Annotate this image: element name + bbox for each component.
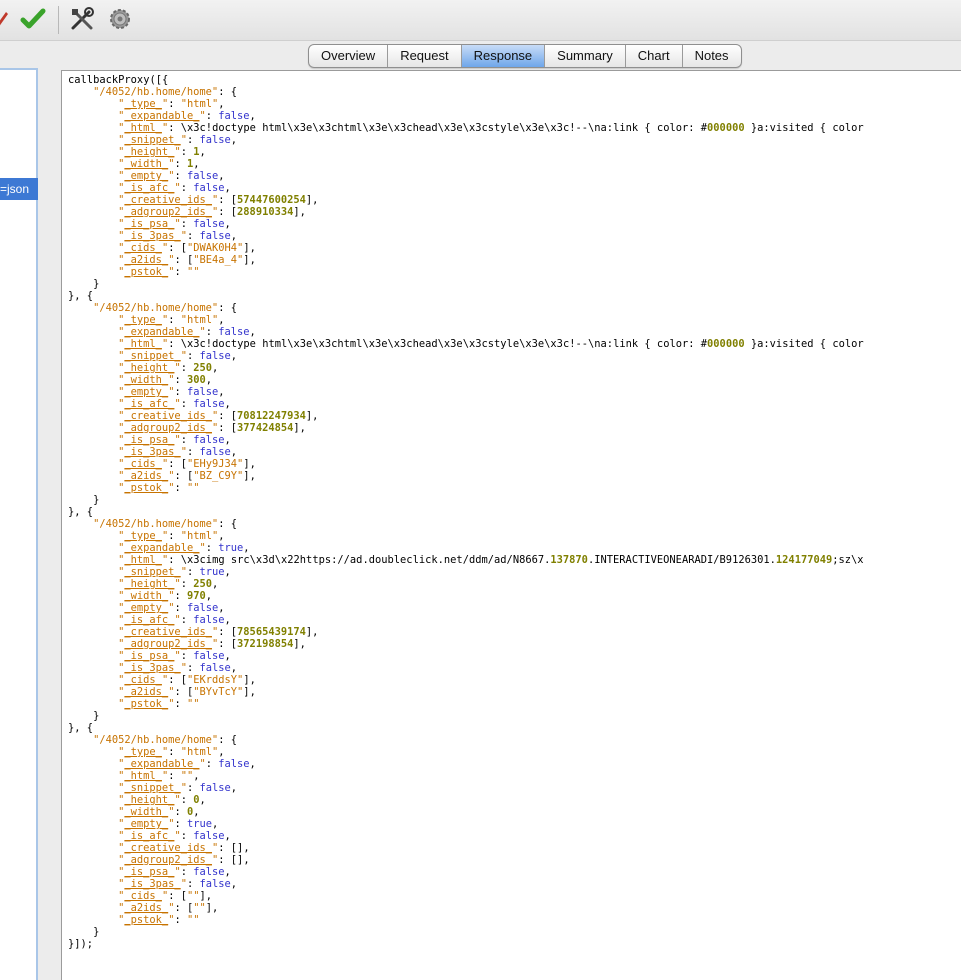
code-line: }, {: [68, 722, 94, 734]
code-line: "_adgroup2_ids_": [],: [118, 854, 250, 866]
code-line: "_html_": "",: [118, 770, 200, 782]
left-panel: =json: [0, 68, 38, 980]
code-line: "_width_": 1,: [118, 158, 200, 170]
code-line: "_creative_ids_": [70812247934],: [118, 410, 319, 422]
code-line: "_height_": 1,: [118, 146, 206, 158]
code-line: "_adgroup2_ids_": [288910334],: [118, 206, 306, 218]
code-line: "/4052/hb.home/home": {: [93, 86, 237, 98]
code-line: "_pstok_": "": [118, 698, 200, 710]
code-line: "_is_psa_": false,: [118, 218, 231, 230]
gear-icon[interactable]: [107, 6, 133, 32]
code-line: "_empty_": true,: [118, 818, 219, 830]
tab-notes[interactable]: Notes: [683, 45, 741, 67]
tab-request[interactable]: Request: [388, 45, 462, 67]
code-line: "_snippet_": false,: [118, 782, 238, 794]
code-line: "_a2ids_": [""],: [118, 902, 219, 914]
code-line: "_is_3pas_": false,: [118, 878, 238, 890]
code-line: "_width_": 0,: [118, 806, 200, 818]
response-code: callbackProxy([{ "/4052/hb.home/home": {…: [68, 74, 864, 950]
toolbar: [0, 0, 961, 41]
code-line: "_empty_": false,: [118, 170, 225, 182]
code-line: "_is_3pas_": false,: [118, 446, 238, 458]
code-line: "_type_": "html",: [118, 314, 225, 326]
code-line: "_is_3pas_": false,: [118, 662, 238, 674]
code-line: "_expandable_": false,: [118, 758, 256, 770]
code-line: }: [93, 278, 100, 290]
code-line: "_is_afc_": false,: [118, 614, 231, 626]
code-line: "_width_": 970,: [118, 590, 213, 602]
code-line: "_expandable_": false,: [118, 110, 256, 122]
code-line: "/4052/hb.home/home": {: [93, 302, 237, 314]
toolbar-separator: [58, 6, 59, 34]
code-line: "_pstok_": "": [118, 914, 200, 926]
code-line: "_is_psa_": false,: [118, 434, 231, 446]
code-line: "_expandable_": true,: [118, 542, 250, 554]
code-line: "_a2ids_": ["BZ_C9Y"],: [118, 470, 256, 482]
tab-bar: Overview Request Response Summary Chart …: [308, 44, 742, 68]
code-line: }]);: [68, 938, 94, 950]
code-line: "_html_": \x3cimg src\x3d\x22https://ad.…: [118, 554, 864, 566]
code-line: "_adgroup2_ids_": [372198854],: [118, 638, 306, 650]
code-line: }, {: [68, 506, 94, 518]
code-line: "_is_psa_": false,: [118, 866, 231, 878]
code-line: }: [93, 494, 100, 506]
code-line: "_empty_": false,: [118, 386, 225, 398]
code-line: "_height_": 0,: [118, 794, 206, 806]
code-line: "_snippet_": false,: [118, 134, 238, 146]
code-line: "_type_": "html",: [118, 530, 225, 542]
code-line: "_width_": 300,: [118, 374, 213, 386]
tools-icon[interactable]: [69, 6, 95, 32]
code-line: "_type_": "html",: [118, 98, 225, 110]
code-line: "_cids_": [""],: [118, 890, 213, 902]
code-line: "_cids_": ["EHy9J34"],: [118, 458, 256, 470]
code-line: "_pstok_": "": [118, 266, 200, 278]
code-line: }: [93, 710, 100, 722]
code-line: "_html_": \x3c!doctype html\x3e\x3chtml\…: [118, 122, 864, 134]
code-line: "_a2ids_": ["BYvTcY"],: [118, 686, 256, 698]
code-line: "_is_3pas_": false,: [118, 230, 238, 242]
code-line: "_height_": 250,: [118, 362, 219, 374]
code-line: "_pstok_": "": [118, 482, 200, 494]
response-body-viewer[interactable]: callbackProxy([{ "/4052/hb.home/home": {…: [61, 70, 961, 980]
code-line: "/4052/hb.home/home": {: [93, 518, 237, 530]
code-line: "_creative_ids_": [57447600254],: [118, 194, 319, 206]
code-line: "_is_psa_": false,: [118, 650, 231, 662]
checkmark-icon[interactable]: [20, 6, 46, 32]
code-line: }: [93, 926, 100, 938]
selected-request-item[interactable]: =json: [0, 178, 38, 200]
code-line: callbackProxy([{: [68, 74, 169, 86]
code-line: "_is_afc_": false,: [118, 398, 231, 410]
code-line: "_html_": \x3c!doctype html\x3e\x3chtml\…: [118, 338, 864, 350]
code-line: }, {: [68, 290, 94, 302]
code-line: "_snippet_": false,: [118, 350, 238, 362]
tab-response[interactable]: Response: [461, 45, 546, 67]
code-line: "_snippet_": true,: [118, 566, 231, 578]
code-line: "_is_afc_": false,: [118, 182, 231, 194]
code-line: "/4052/hb.home/home": {: [93, 734, 237, 746]
code-line: "_creative_ids_": [],: [118, 842, 250, 854]
code-line: "_is_afc_": false,: [118, 830, 231, 842]
tab-overview[interactable]: Overview: [309, 45, 389, 67]
code-line: "_cids_": ["DWAK0H4"],: [118, 242, 256, 254]
tab-summary[interactable]: Summary: [545, 45, 626, 67]
edit-icon[interactable]: [0, 6, 18, 32]
code-line: "_empty_": false,: [118, 602, 225, 614]
code-line: "_a2ids_": ["BE4a_4"],: [118, 254, 256, 266]
code-line: "_expandable_": false,: [118, 326, 256, 338]
code-line: "_adgroup2_ids_": [377424854],: [118, 422, 306, 434]
code-line: "_cids_": ["EKrddsY"],: [118, 674, 256, 686]
code-line: "_type_": "html",: [118, 746, 225, 758]
tab-chart[interactable]: Chart: [626, 45, 683, 67]
code-line: "_creative_ids_": [78565439174],: [118, 626, 319, 638]
code-line: "_height_": 250,: [118, 578, 219, 590]
